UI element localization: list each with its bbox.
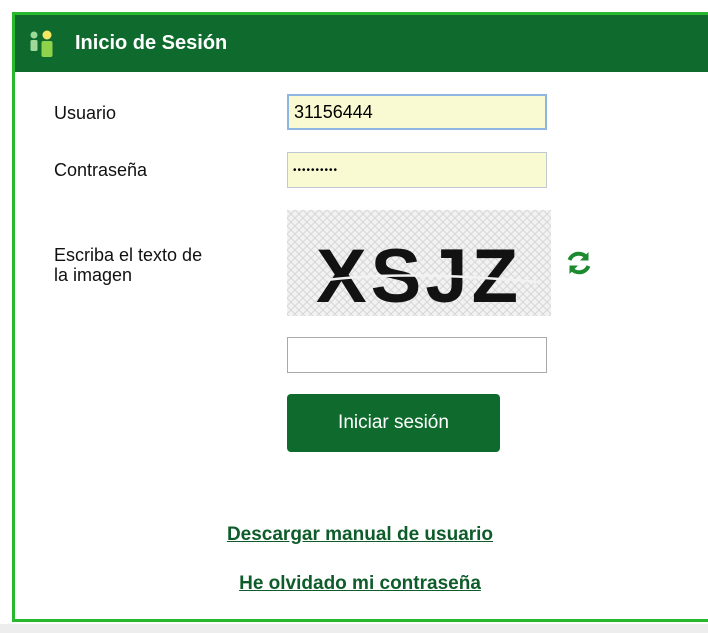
refresh-captcha-icon[interactable] (565, 249, 593, 277)
captcha-label-line1: Escriba el texto de (54, 245, 203, 265)
download-manual-link[interactable]: Descargar manual de usuario (15, 524, 705, 546)
password-label: Contraseña (54, 160, 148, 180)
captcha-label: Escriba el texto de la imagen (54, 245, 202, 285)
forgot-password-link[interactable]: He olvidado mi contraseña (15, 573, 705, 595)
captcha-input[interactable] (287, 337, 547, 373)
password-input[interactable] (287, 152, 547, 188)
manual-link-row: Descargar manual de usuario (15, 524, 705, 548)
users-icon (30, 30, 53, 57)
usuario-label: Usuario (54, 103, 117, 123)
captcha-label-line2: la imagen (54, 265, 133, 285)
forgot-link-row: He olvidado mi contraseña (15, 573, 705, 597)
panel-header: Inicio de Sesión (15, 15, 708, 72)
captcha-image: XSJZ (287, 210, 551, 316)
usuario-input[interactable] (287, 94, 547, 130)
page-title: Inicio de Sesión (75, 32, 228, 54)
bottom-shadow (0, 624, 708, 633)
login-button[interactable]: Iniciar sesión (287, 394, 500, 452)
login-panel: Inicio de Sesión Usuario Contraseña Escr… (12, 12, 708, 622)
